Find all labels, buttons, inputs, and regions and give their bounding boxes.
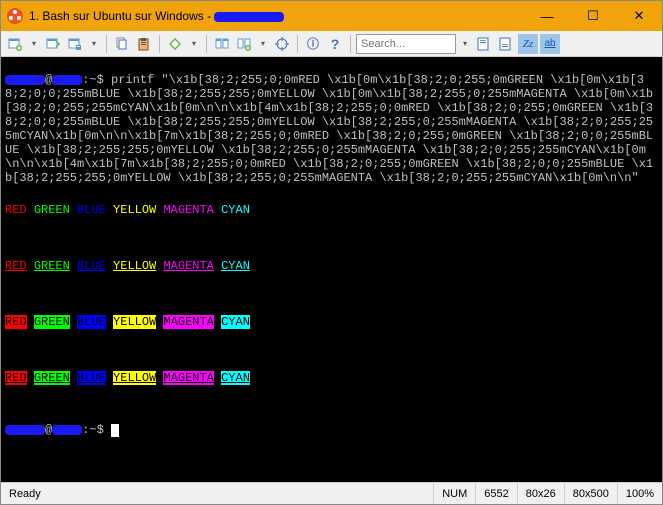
panel-icon[interactable] — [212, 34, 232, 54]
separator — [159, 35, 160, 53]
search-input[interactable] — [356, 34, 456, 54]
status-bar: Ready NUM 6552 80x26 80x500 100% — [1, 482, 662, 504]
ubuntu-icon — [7, 8, 23, 24]
title-bar[interactable]: 1. Bash sur Ubuntu sur Windows - — ☐ ✕ — [1, 1, 662, 31]
panel-add-icon[interactable] — [234, 34, 254, 54]
search-dropdown-icon[interactable]: ▾ — [458, 34, 472, 54]
window-title: 1. Bash sur Ubuntu sur Windows - — [29, 9, 524, 23]
save-session-icon[interactable] — [65, 34, 85, 54]
minimize-button[interactable]: — — [524, 1, 570, 31]
status-num: NUM — [434, 483, 476, 504]
case-toggle-icon[interactable]: Zz — [518, 34, 538, 54]
redacted-scribble — [214, 12, 284, 22]
output-row-inverse: RED GREEN BLUE YELLOW MAGENTA CYAN — [5, 315, 658, 329]
separator — [350, 35, 351, 53]
close-button[interactable]: ✕ — [616, 1, 662, 31]
maximize-button[interactable]: ☐ — [570, 1, 616, 31]
nav-icon[interactable] — [165, 34, 185, 54]
find-next-icon[interactable] — [474, 34, 494, 54]
regex-toggle-icon[interactable]: ab — [540, 34, 560, 54]
output-row-underline: RED GREEN BLUE YELLOW MAGENTA CYAN — [5, 259, 658, 273]
prompt-line: @:~$ printf "\x1b[38;2;255;0;0mRED \x1b[… — [5, 73, 658, 185]
paste-icon[interactable] — [134, 34, 154, 54]
separator — [297, 35, 298, 53]
output-row-plain: RED GREEN BLUE YELLOW MAGENTA CYAN — [5, 203, 658, 217]
terminal-area[interactable]: @:~$ printf "\x1b[38;2;255;0;0mRED \x1b[… — [1, 57, 662, 482]
status-ready: Ready — [1, 483, 434, 504]
copy-icon[interactable] — [112, 34, 132, 54]
target-icon[interactable] — [272, 34, 292, 54]
find-prev-icon[interactable] — [496, 34, 516, 54]
output-row-inverse-underline: RED GREEN BLUE YELLOW MAGENTA CYAN — [5, 371, 658, 385]
prompt-line: @:~$ — [5, 423, 658, 437]
status-winsize: 80x26 — [518, 483, 565, 504]
status-zoom: 100% — [618, 483, 662, 504]
cursor — [111, 424, 119, 437]
separator — [206, 35, 207, 53]
dropdown-icon[interactable]: ▾ — [27, 34, 41, 54]
help-icon[interactable]: ? — [325, 34, 345, 54]
open-session-icon[interactable] — [43, 34, 63, 54]
status-pid: 6552 — [476, 483, 517, 504]
dropdown-icon[interactable]: ▾ — [87, 34, 101, 54]
new-window-icon[interactable] — [5, 34, 25, 54]
dropdown-icon[interactable]: ▾ — [187, 34, 201, 54]
status-bufsize: 80x500 — [565, 483, 618, 504]
dropdown-icon[interactable]: ▾ — [256, 34, 270, 54]
command-text: printf "\x1b[38;2;255;0;0mRED \x1b[0m\x1… — [5, 73, 653, 185]
toolbar: ▾ ▾ ▾ ▾ ⓘ ? ▾ Zz ab — [1, 31, 662, 57]
info-icon[interactable]: ⓘ — [303, 34, 323, 54]
separator — [106, 35, 107, 53]
